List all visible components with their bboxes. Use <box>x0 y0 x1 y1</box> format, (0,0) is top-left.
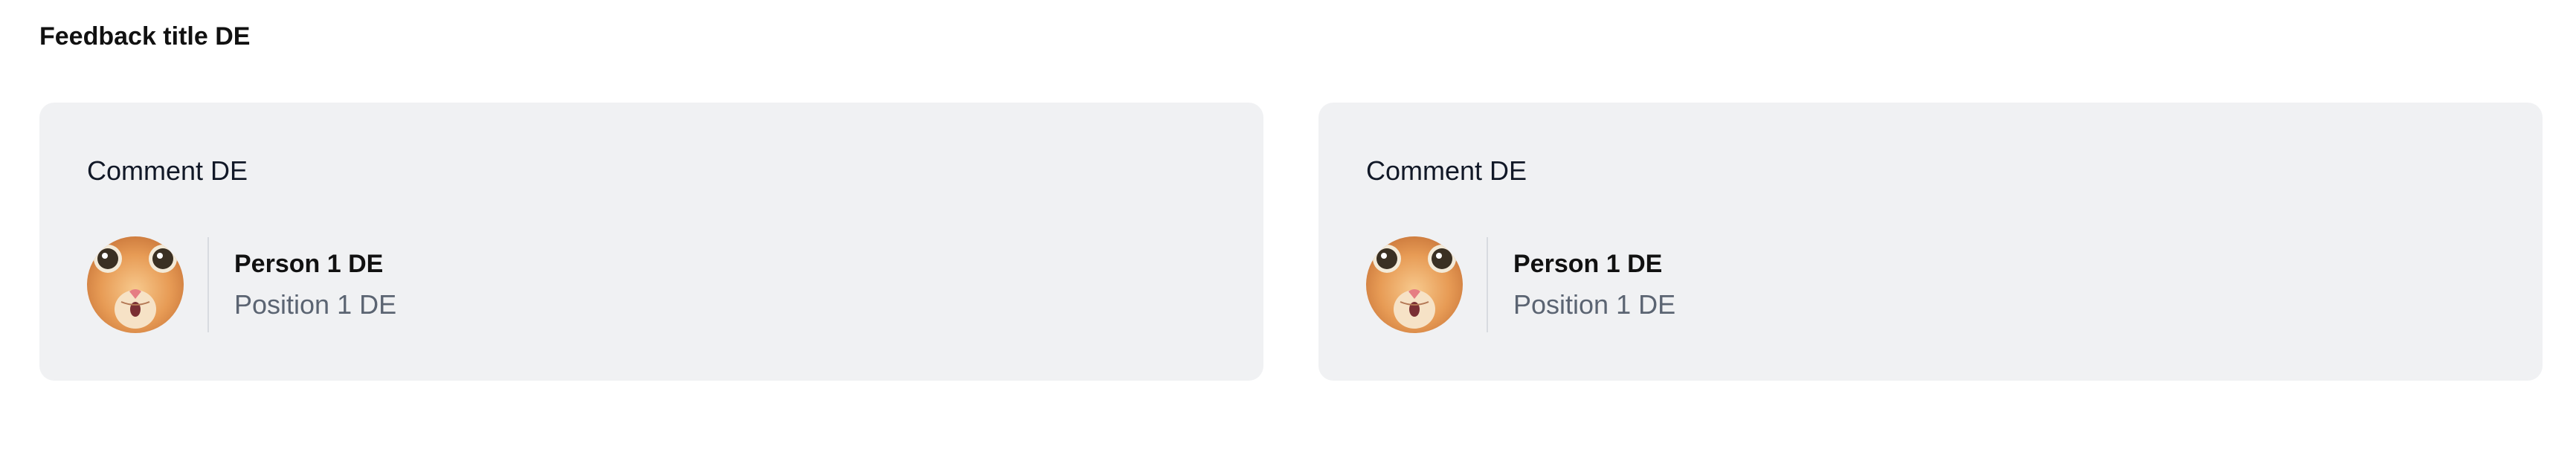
person-text: Person 1 DE Position 1 DE <box>234 248 396 321</box>
cat-avatar-icon <box>87 236 184 333</box>
feedback-comment: Comment DE <box>87 155 248 186</box>
page-title: Feedback title DE <box>39 22 251 51</box>
person-position: Position 1 DE <box>1513 289 1676 320</box>
vertical-divider <box>207 237 209 332</box>
cat-avatar-icon <box>1366 236 1463 333</box>
feedback-card: Comment DE Person 1 DE Position 1 DE <box>1318 103 2543 381</box>
person-name: Person 1 DE <box>1513 250 1663 278</box>
vertical-divider <box>1487 237 1488 332</box>
person-info: Person 1 DE Position 1 DE <box>87 236 396 333</box>
person-info: Person 1 DE Position 1 DE <box>1366 236 1675 333</box>
person-name: Person 1 DE <box>234 250 384 278</box>
person-text: Person 1 DE Position 1 DE <box>1513 248 1675 321</box>
feedback-card: Comment DE Person 1 DE Position 1 DE <box>39 103 1263 381</box>
person-position: Position 1 DE <box>234 289 397 320</box>
feedback-card-list: Comment DE Person 1 DE Position 1 DE Com… <box>39 103 2543 381</box>
feedback-comment: Comment DE <box>1366 155 1527 186</box>
